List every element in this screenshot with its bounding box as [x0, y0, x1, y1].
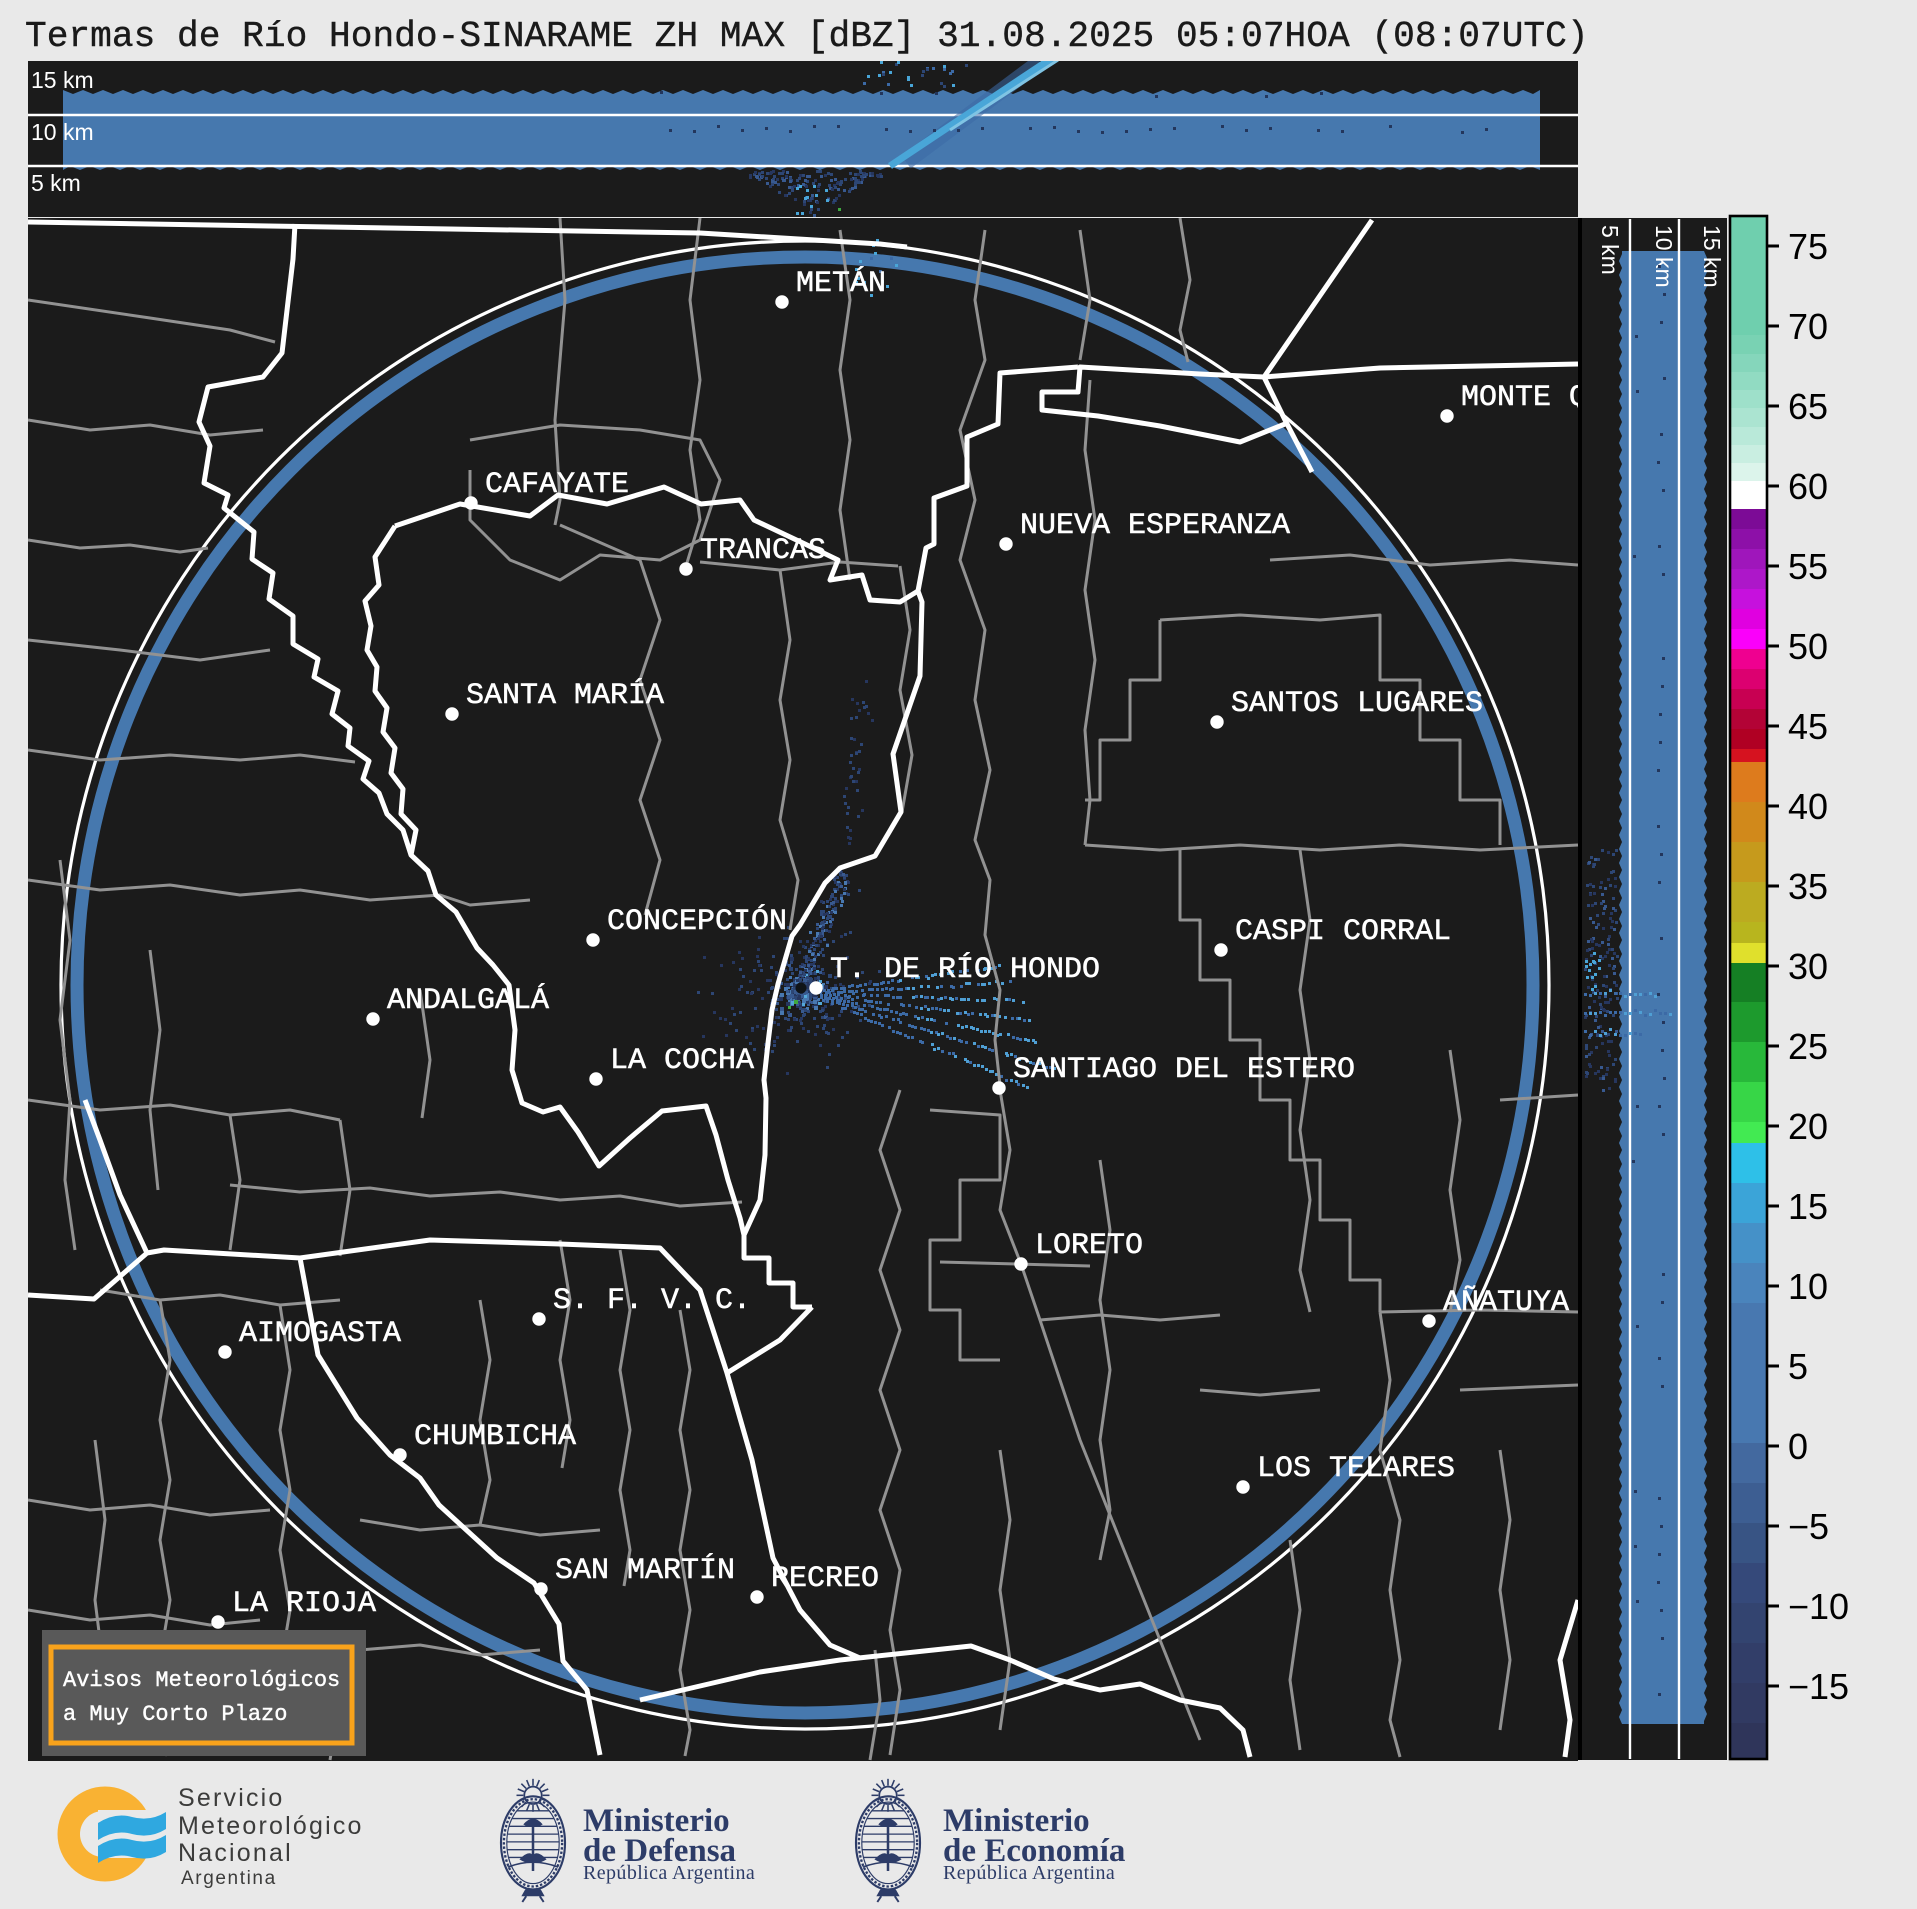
svg-text:República Argentina: República Argentina	[943, 1862, 1115, 1884]
svg-text:Servicio: Servicio	[178, 1784, 285, 1812]
svg-text:República Argentina: República Argentina	[583, 1862, 755, 1884]
svg-text:Argentina: Argentina	[181, 1868, 277, 1889]
svg-text:Nacional: Nacional	[178, 1839, 293, 1867]
svg-text:Meteorológico: Meteorológico	[178, 1812, 364, 1840]
